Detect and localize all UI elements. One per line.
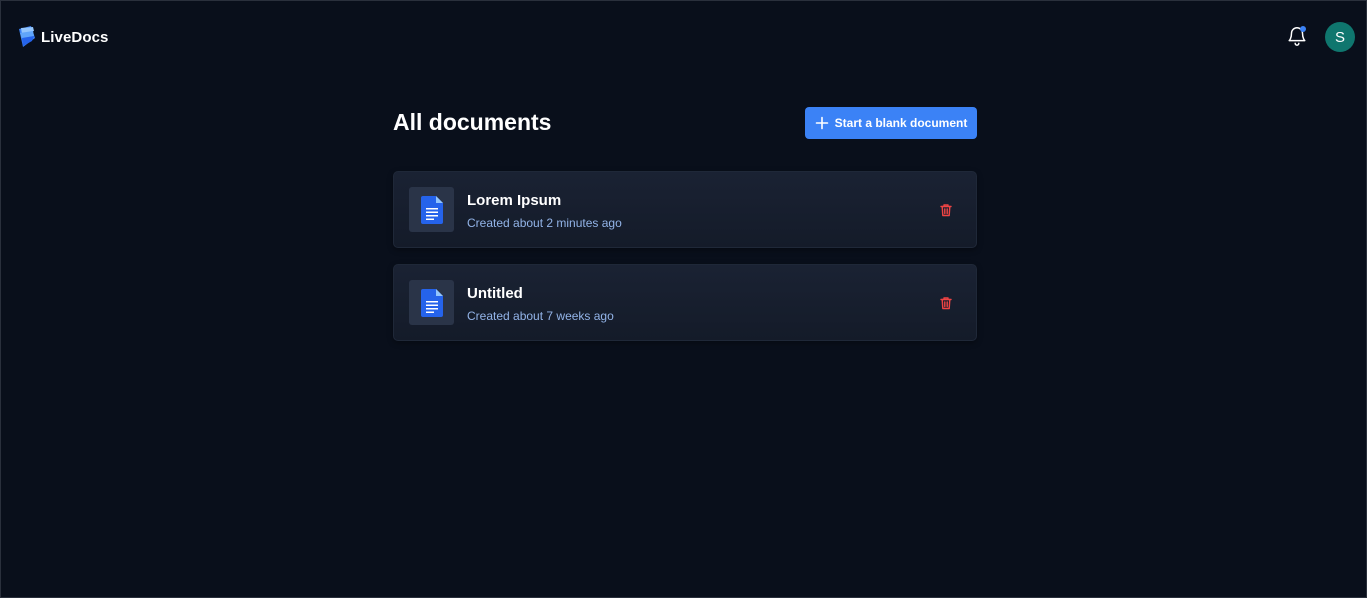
document-created-time: Created about 2 minutes ago <box>467 216 622 230</box>
document-thumbnail <box>409 280 454 325</box>
start-blank-document-label: Start a blank document <box>834 116 968 130</box>
delete-document-button[interactable] <box>934 291 958 315</box>
document-title: Untitled <box>467 285 523 302</box>
document-title: Lorem Ipsum <box>467 192 562 209</box>
start-blank-document-button[interactable]: Start a blank document <box>805 107 977 139</box>
document-created-time: Created about 7 weeks ago <box>467 309 614 323</box>
document-list: Lorem Ipsum Created about 2 minutes ago <box>393 171 977 357</box>
delete-document-button[interactable] <box>934 198 958 222</box>
app-window: LiveDocs S All documents Start a blank d… <box>0 0 1367 598</box>
app-name: LiveDocs <box>41 28 109 46</box>
trash-icon <box>940 297 952 310</box>
document-thumbnail <box>409 187 454 232</box>
page-title: All documents <box>393 109 552 135</box>
plus-icon <box>815 116 828 130</box>
livedocs-logo-icon <box>19 26 35 47</box>
document-icon <box>420 195 443 224</box>
document-icon <box>420 288 443 317</box>
notifications-button[interactable] <box>1286 25 1308 47</box>
app-logo[interactable]: LiveDocs <box>16 25 109 49</box>
top-bar: LiveDocs S <box>1 1 1366 73</box>
user-avatar[interactable]: S <box>1325 22 1355 52</box>
document-item-untitled[interactable]: Untitled Created about 7 weeks ago <box>393 264 977 341</box>
trash-icon <box>940 204 952 217</box>
unread-indicator <box>1300 26 1306 32</box>
document-item-lorem-ipsum[interactable]: Lorem Ipsum Created about 2 minutes ago <box>393 171 977 248</box>
avatar-initial: S <box>1334 28 1345 46</box>
